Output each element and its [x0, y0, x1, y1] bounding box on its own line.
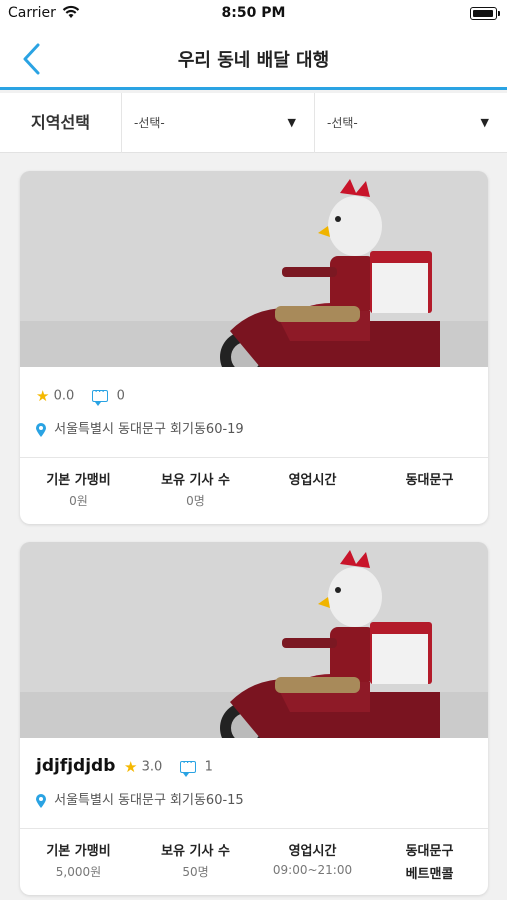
- stat-value: 0명: [186, 494, 205, 508]
- stat-label: 동대문구: [405, 473, 454, 488]
- stat-driver-count: 보유 기사 수 50명: [137, 840, 254, 880]
- stat-label: 영업시간: [288, 844, 337, 859]
- stat-business-hours: 영업시간: [254, 469, 371, 492]
- battery-icon: [470, 7, 500, 20]
- stat-driver-count: 보유 기사 수 0명: [137, 469, 254, 509]
- location-pin-icon: [36, 793, 46, 808]
- divider: [20, 828, 488, 829]
- rating-value: 0.0: [53, 388, 75, 404]
- divider: [20, 457, 488, 458]
- region-filter-label: 지역선택: [0, 93, 122, 153]
- stat-district: 동대문구 베트맨콜: [371, 840, 488, 882]
- region-select-2[interactable]: -선택- ▼: [315, 93, 507, 153]
- comment-icon: [180, 756, 197, 777]
- comment-count: 0: [116, 388, 125, 404]
- stat-value: 50명: [182, 865, 209, 879]
- stat-value: 0원: [69, 494, 88, 508]
- region-select-2-value: -선택-: [327, 116, 358, 130]
- store-card[interactable]: ★ 0.0 0 서울특별시 동대문구 회기동60-19 기본 가맹비 0원 보유…: [20, 171, 488, 524]
- star-icon: ★: [36, 387, 50, 405]
- stat-label: 동대문구: [405, 844, 454, 859]
- region-filter-bar: 지역선택 -선택- ▼ -선택- ▼: [0, 93, 507, 153]
- address-text: 서울특별시 동대문구 회기동60-15: [54, 793, 244, 808]
- stat-value: 베트맨콜: [405, 867, 454, 882]
- store-photo: [20, 542, 488, 738]
- caret-down-icon: ▼: [287, 116, 296, 129]
- stat-base-fee: 기본 가맹비 5,000원: [20, 840, 137, 880]
- status-time: 8:50 PM: [221, 5, 286, 21]
- stat-value: 09:00~21:00: [272, 863, 353, 877]
- store-photo: [20, 171, 488, 367]
- location-pin-icon: [36, 422, 46, 437]
- stat-label: 기본 가맹비: [46, 473, 111, 488]
- caret-down-icon: ▼: [480, 116, 489, 129]
- star-icon: ★: [124, 758, 138, 776]
- comment-count: 1: [204, 759, 213, 775]
- stat-base-fee: 기본 가맹비 0원: [20, 469, 137, 509]
- comment-icon: [92, 385, 109, 406]
- stat-business-hours: 영업시간 09:00~21:00: [254, 840, 371, 877]
- stat-label: 보유 기사 수: [161, 844, 230, 859]
- nav-bar: 우리 동네 배달 대행: [0, 28, 507, 90]
- rating-row: ★ 3.0 1: [124, 756, 213, 777]
- store-address: 서울특별시 동대문구 회기동60-19: [36, 418, 244, 437]
- rating-row: ★ 0.0 0: [36, 385, 125, 406]
- page-title: 우리 동네 배달 대행: [177, 50, 330, 71]
- status-bar: Carrier 8:50 PM: [0, 0, 507, 28]
- store-address: 서울특별시 동대문구 회기동60-15: [36, 789, 244, 808]
- stat-label: 기본 가맹비: [46, 844, 111, 859]
- address-text: 서울특별시 동대문구 회기동60-19: [54, 422, 244, 437]
- stat-district: 동대문구: [371, 469, 488, 492]
- store-name: jdjfjdjdb: [36, 756, 116, 776]
- rating-value: 3.0: [141, 759, 163, 775]
- store-card[interactable]: jdjfjdjdb ★ 3.0 1 서울특별시 동대문구 회기동60-15 기본…: [20, 542, 488, 895]
- region-select-1-value: -선택-: [134, 116, 165, 130]
- stat-label: 영업시간: [288, 473, 337, 488]
- stat-value: 5,000원: [55, 865, 102, 879]
- region-select-1[interactable]: -선택- ▼: [122, 93, 315, 153]
- stat-label: 보유 기사 수: [161, 473, 230, 488]
